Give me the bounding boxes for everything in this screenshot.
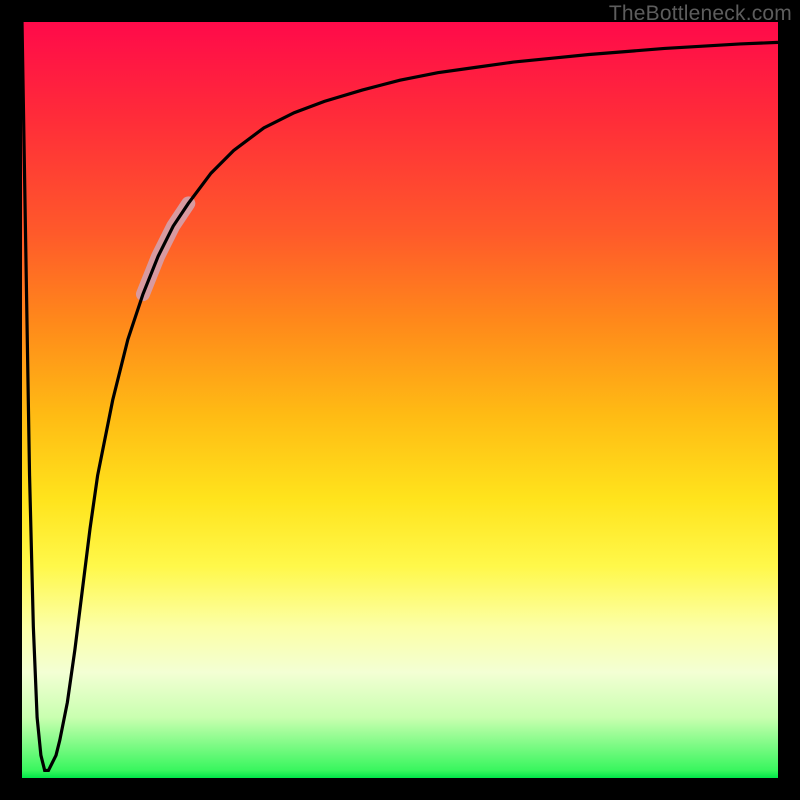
curve-layer [22, 22, 778, 778]
bottleneck-curve [22, 22, 778, 770]
plot-area [22, 22, 778, 778]
chart-frame: TheBottleneck.com [0, 0, 800, 800]
